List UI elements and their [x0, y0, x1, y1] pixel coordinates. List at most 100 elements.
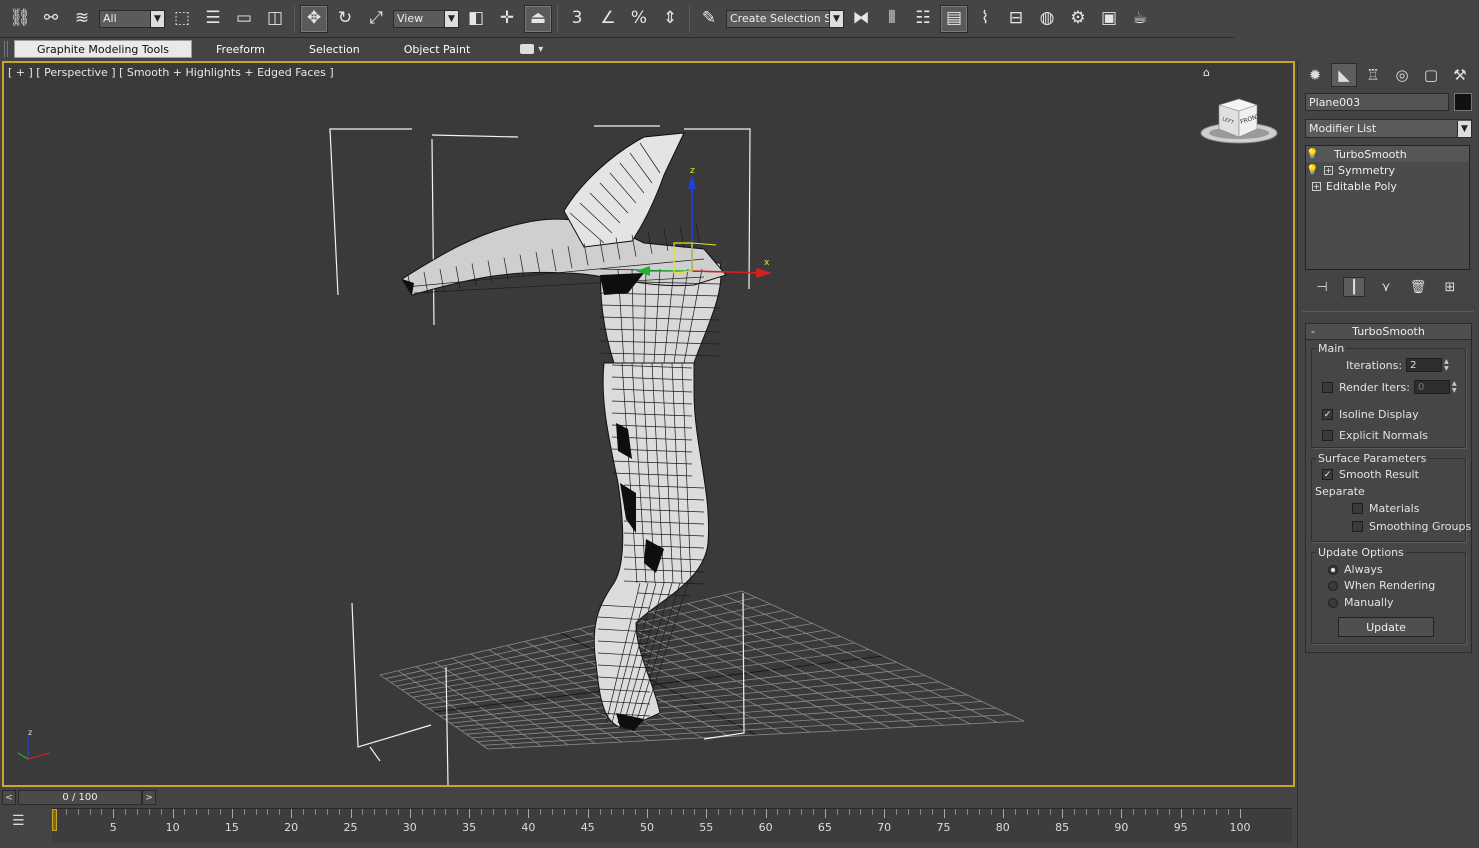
layer-manager-icon[interactable]: ☷	[909, 5, 937, 33]
object-color-swatch[interactable]	[1454, 93, 1472, 111]
selection-filter-dropdown[interactable]: All ▼	[99, 9, 165, 28]
smooth-result-checkbox[interactable]: ✓	[1322, 469, 1333, 480]
tab-graphite-modeling-tools[interactable]: Graphite Modeling Tools	[14, 40, 193, 58]
create-tab-icon[interactable]: ✹	[1302, 63, 1328, 87]
time-slider[interactable]: < 0 / 100 >	[2, 790, 1295, 806]
modifier-list-dropdown[interactable]: Modifier List ▼	[1305, 119, 1472, 138]
explicit-normals-row[interactable]: Explicit Normals	[1322, 429, 1428, 442]
motion-tab-icon[interactable]: ◎	[1389, 63, 1415, 87]
tab-selection[interactable]: Selection	[287, 40, 382, 58]
always-row[interactable]: Always	[1328, 563, 1383, 576]
spinner-arrows-icon[interactable]: ▲ ▼	[1444, 358, 1452, 372]
edit-named-selection-icon[interactable]: ✎	[695, 5, 723, 33]
frame-tick	[125, 809, 127, 815]
render-production-icon[interactable]: ☕	[1126, 5, 1154, 33]
scene-explorer-icon[interactable]: ▤	[940, 4, 968, 33]
ribbon-grip-icon[interactable]	[4, 41, 8, 57]
update-options-title: Update Options	[1316, 546, 1406, 559]
select-and-move-icon[interactable]: ✥	[300, 4, 328, 33]
curve-editor-mini-icon[interactable]: ☰	[12, 813, 32, 829]
object-name-field[interactable]: Plane003	[1305, 93, 1449, 111]
spinner-snap-icon[interactable]: ⇕	[656, 5, 684, 33]
materials-label: Materials	[1369, 502, 1420, 515]
select-and-link-icon[interactable]: ⛓	[6, 5, 34, 33]
smoothing-groups-checkbox[interactable]	[1352, 521, 1363, 532]
current-frame-marker[interactable]	[52, 809, 57, 831]
viewcube[interactable]: FRONT LEFT	[1199, 93, 1279, 153]
reference-coordinate-dropdown[interactable]: View ▼	[393, 9, 459, 28]
render-setup-icon[interactable]: ⚙	[1064, 5, 1092, 33]
spinner-arrows-icon[interactable]: ▲ ▼	[1452, 380, 1460, 394]
time-slider-next-button[interactable]: >	[142, 790, 156, 805]
home-icon[interactable]: ⌂	[1203, 66, 1210, 79]
tab-object-paint[interactable]: Object Paint	[382, 40, 493, 58]
utilities-tab-icon[interactable]: ⚒	[1447, 63, 1473, 87]
mirror-icon[interactable]: ⧓	[847, 5, 875, 33]
align-icon[interactable]: ⫴	[878, 5, 906, 33]
modifier-toggle-icon[interactable]: 💡	[1306, 165, 1318, 176]
material-editor-icon[interactable]: ◍	[1033, 5, 1061, 33]
stack-item-turbosmooth[interactable]: 💡 TurboSmooth	[1306, 146, 1469, 162]
expand-plus-icon[interactable]: +	[1324, 165, 1333, 175]
display-tab-icon[interactable]: ▢	[1418, 63, 1444, 87]
modifier-toggle-icon[interactable]: 💡	[1306, 149, 1318, 160]
select-and-rotate-icon[interactable]: ↻	[331, 5, 359, 33]
perspective-viewport[interactable]: z x z [ + ] [ Perspective ] [ Smooth + H…	[2, 61, 1295, 787]
isoline-display-row[interactable]: ✓ Isoline Display	[1322, 408, 1419, 421]
show-end-result-icon[interactable]: ┃	[1343, 277, 1365, 297]
stack-item-editable-poly[interactable]: + Editable Poly	[1306, 178, 1469, 194]
frame-tick	[647, 809, 648, 818]
tab-freeform[interactable]: Freeform	[194, 40, 287, 58]
render-iters-checkbox[interactable]	[1322, 381, 1333, 393]
frame-tick	[1192, 809, 1194, 815]
track-ruler[interactable]: 5 10 15 20 25 30 35 40 45 50 55 60 65 70 75 80 85 90 95 100	[52, 808, 1292, 842]
explicit-normals-checkbox[interactable]	[1322, 430, 1333, 441]
select-and-scale-icon[interactable]: ⤢	[362, 5, 390, 33]
curve-editor-icon[interactable]: ⌇	[971, 5, 999, 33]
when-rendering-row[interactable]: When Rendering	[1328, 579, 1435, 592]
pin-stack-icon[interactable]: ⊣	[1311, 277, 1333, 297]
render-iters-field[interactable]: 0	[1413, 380, 1450, 394]
modify-tab-icon[interactable]: ◣	[1331, 63, 1357, 87]
when-rendering-radio[interactable]	[1328, 580, 1338, 591]
configure-modifier-sets-icon[interactable]: ⊞	[1439, 277, 1461, 297]
select-manipulate-icon[interactable]: ✛	[493, 5, 521, 33]
frame-tick	[1133, 809, 1135, 815]
hierarchy-tab-icon[interactable]: ♖	[1360, 63, 1386, 87]
render-iters-spinner[interactable]: 0 ▲ ▼	[1413, 380, 1460, 394]
smoothing-groups-row[interactable]: Smoothing Groups	[1352, 520, 1471, 533]
update-button[interactable]: Update	[1338, 617, 1434, 637]
isoline-display-checkbox[interactable]: ✓	[1322, 409, 1333, 420]
materials-row[interactable]: Materials	[1352, 502, 1419, 515]
materials-checkbox[interactable]	[1352, 503, 1363, 514]
named-selection-dropdown[interactable]: Create Selection Se ▼	[726, 9, 844, 28]
stack-item-symmetry[interactable]: 💡 + Symmetry	[1306, 162, 1469, 178]
window-crossing-icon[interactable]: ◫	[261, 5, 289, 33]
viewport-label-menu[interactable]: [ + ] [ Perspective ] [ Smooth + Highlig…	[8, 66, 334, 79]
time-slider-thumb[interactable]: 0 / 100	[18, 790, 142, 805]
snap-toggle-icon[interactable]: 3	[563, 5, 591, 33]
keyboard-shortcut-override-icon[interactable]: ⏏	[524, 4, 552, 33]
percent-snap-icon[interactable]: %	[625, 5, 653, 33]
iterations-field[interactable]: 2	[1406, 358, 1443, 372]
iterations-spinner[interactable]: 2 ▲ ▼	[1406, 358, 1452, 372]
schematic-view-icon[interactable]: ⊟	[1002, 5, 1030, 33]
always-radio[interactable]	[1328, 564, 1338, 575]
smooth-result-row[interactable]: ✓ Smooth Result	[1322, 468, 1419, 481]
rollout-header[interactable]: - TurboSmooth	[1306, 324, 1471, 340]
make-unique-icon[interactable]: ⋎	[1375, 277, 1397, 297]
remove-modifier-icon[interactable]: 🗑	[1407, 277, 1429, 297]
time-slider-prev-button[interactable]: <	[2, 790, 16, 805]
select-object-icon[interactable]: ⬚	[168, 5, 196, 33]
rectangular-selection-icon[interactable]: ▭	[230, 5, 258, 33]
manually-radio[interactable]	[1328, 597, 1338, 608]
pivot-center-icon[interactable]: ◧	[462, 5, 490, 33]
expand-plus-icon[interactable]: +	[1312, 181, 1321, 191]
unlink-selection-icon[interactable]: ⚯	[37, 5, 65, 33]
select-by-name-icon[interactable]: ☰	[199, 5, 227, 33]
angle-snap-icon[interactable]: ∠	[594, 5, 622, 33]
manually-row[interactable]: Manually	[1328, 596, 1394, 609]
bind-to-space-warp-icon[interactable]: ≋	[68, 5, 96, 33]
rendered-frame-window-icon[interactable]: ▣	[1095, 5, 1123, 33]
ribbon-options-button[interactable]: ▾	[520, 44, 543, 55]
